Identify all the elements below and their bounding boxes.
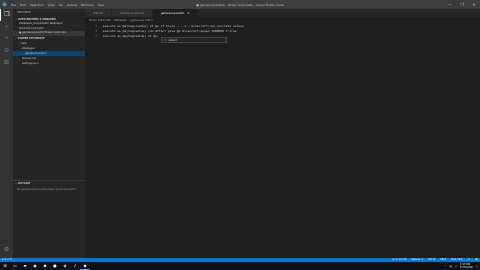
system-tray: ⌃ ▤ ◁ 1:57 PM 7/27/2019 ▢ [444, 262, 478, 270]
sidebar-title: EXPLORER [17, 11, 31, 14]
source-control-icon[interactable]: ⑂ [0, 33, 13, 45]
menu-file[interactable]: File [11, 3, 16, 7]
menu-view[interactable]: View [48, 3, 55, 7]
tab-bar: WB.bat startupScript.bat gameLoop.batch ✕ [85, 9, 480, 17]
app-icon[interactable]: ◈ [60, 262, 70, 270]
tab-startupscript[interactable]: startupScript.bat [112, 9, 153, 17]
close-tab-icon[interactable]: ✕ [187, 11, 189, 15]
breadcrumb[interactable]: Power Automate › Wallpaper › gameLoop.ba… [85, 17, 480, 24]
editor-scrollbar[interactable] [474, 24, 480, 258]
file-explorer-icon[interactable]: ▰ [20, 262, 30, 270]
explorer-sidebar: EXPLORER ⌄ OPEN EDITORS 1 UNSAVED Wallpa… [13, 9, 85, 258]
network-icon[interactable]: ▤ [449, 265, 451, 268]
activity-bar: ❐ ⌕ ⑂ ⊘ ⊞ ⚙ [0, 9, 13, 258]
title-bar: ◆ File Edit Selection View Go Debug Term… [0, 0, 480, 9]
vscode-taskbar-icon[interactable]: ◆ [80, 262, 90, 270]
menu-edit[interactable]: Edit [20, 3, 26, 7]
search-icon[interactable]: ⌕ [0, 21, 13, 33]
tray-chevron-icon[interactable]: ⌃ [444, 265, 446, 268]
debug-icon[interactable]: ⊘ [0, 45, 13, 57]
task-view-icon[interactable]: ▭ [10, 262, 20, 270]
menu-debug[interactable]: Debug [67, 3, 77, 7]
text-cursor: | [157, 34, 159, 38]
menu-bar: File Edit Selection View Go Debug Termin… [11, 3, 104, 7]
suggestion-label: speed [168, 38, 177, 42]
chrome-icon[interactable]: ◉ [30, 262, 40, 270]
close-icon[interactable]: ✕ [468, 0, 480, 9]
tab-wb[interactable]: WB.bat [85, 9, 113, 17]
outline-message: No symbols found in document 'gameLoop.b… [17, 188, 77, 191]
windows-taskbar: ⊞ ▭ ▰ ◉ ◆ ● ◈ ♪ ◆ ⌃ ▤ ◁ 1:57 PM 7/27/2019… [0, 262, 480, 270]
restore-icon[interactable]: ❐ [456, 0, 468, 9]
extensions-icon[interactable]: ⊞ [0, 57, 13, 69]
code-text: execute as @a[tag=setup] run effect give… [101, 29, 237, 33]
vscode-window: ◆ File Edit Selection View Go Debug Term… [0, 0, 480, 270]
code-text: execute as @a[tag=setup] at @s [101, 34, 157, 38]
app-icon[interactable]: ● [50, 262, 60, 270]
tree-item-settings[interactable]: settings.json [13, 61, 85, 66]
suggestion-widget[interactable]: ▭ speed [161, 37, 227, 43]
vscode-logo-icon: ◆ [2, 1, 7, 8]
notification-center-icon[interactable]: ▢ [476, 265, 478, 268]
settings-gear-icon[interactable]: ⚙ [0, 244, 13, 256]
windows-start-icon[interactable]: ⊞ [0, 262, 10, 270]
suggestion-word-icon: ▭ [164, 38, 167, 42]
line-number: 3 [95, 34, 97, 38]
code-line[interactable]: 3 execute as @a[tag=setup] at @s| [85, 34, 480, 39]
app-icon[interactable]: ♪ [70, 262, 80, 270]
outline-panel: ⌄ OUTLINE No symbols found in document '… [13, 180, 85, 194]
minimize-icon[interactable]: — [444, 0, 456, 9]
code-text: execute as @a[tag=!setup] at @s if block… [101, 24, 244, 28]
editor-area: WB.bat startupScript.bat gameLoop.batch ✕… [85, 9, 480, 258]
clock[interactable]: 1:57 PM 7/27/2019 [460, 263, 473, 269]
tab-gameloop[interactable]: gameLoop.batch ✕ [152, 9, 199, 17]
menu-selection[interactable]: Selection [30, 3, 44, 7]
volume-icon[interactable]: ◁ [455, 265, 457, 268]
menu-go[interactable]: Go [59, 3, 63, 7]
menu-terminal[interactable]: Terminal [81, 3, 94, 7]
menu-help[interactable]: Help [98, 3, 105, 7]
window-controls: — ❐ ✕ [444, 0, 480, 9]
app-icon[interactable]: ◆ [40, 262, 50, 270]
explorer-icon[interactable]: ❐ [0, 9, 13, 21]
